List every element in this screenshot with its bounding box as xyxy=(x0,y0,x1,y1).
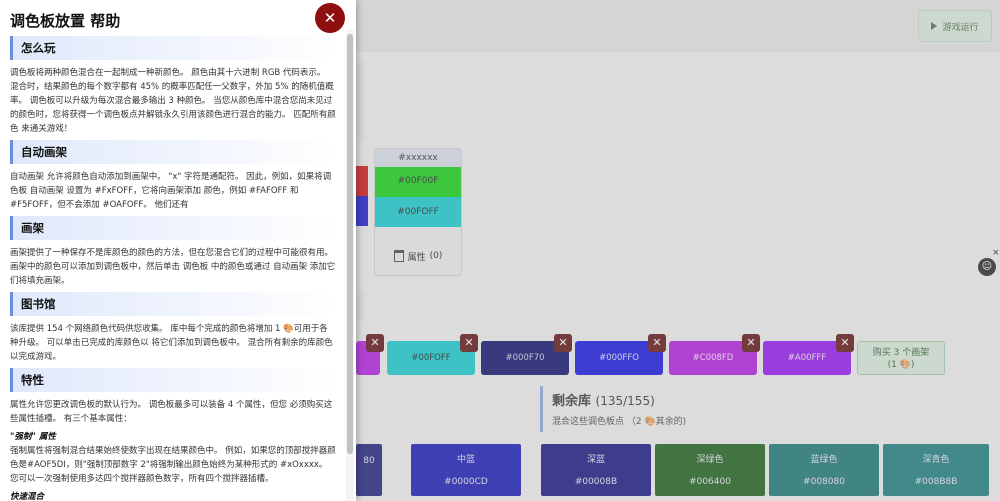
section-heading-easel: 画架 xyxy=(10,216,336,240)
section-heading-traits: 特性 xyxy=(10,368,336,392)
help-content: 怎么玩 调色板将两种颜色混合在一起制成一种新颜色。 颜色由其十六进制 RGB 代… xyxy=(10,36,336,501)
close-button[interactable]: ✕ xyxy=(315,3,345,33)
modal-overlay[interactable] xyxy=(356,0,1000,501)
section-text-auto-easel: 自动画架 允许将颜色自动添加到画架中。 "x" 字符是通配符。 因此，例如，如果… xyxy=(10,172,332,210)
section-text-library: 该库提供 154 个网络颜色代码供您收集。 库中每个完成的颜色将增加 1 🎨可用… xyxy=(10,324,333,362)
help-panel: 调色板放置 帮助 ✕ 怎么玩 调色板将两种颜色混合在一起制成一种新颜色。 颜色由… xyxy=(0,0,356,501)
sub-heading-quick-mix: 快速混合 xyxy=(10,492,45,501)
sub-heading-force-trait: "强制" 属性 xyxy=(10,432,56,442)
help-scrollbar[interactable] xyxy=(346,30,354,501)
section-text-how-to-play: 调色板将两种颜色混合在一起制成一种新颜色。 颜色由其十六进制 RGB 代码表示。… xyxy=(10,68,336,134)
sub-text-force-trait: 强制属性将强制混合结果始终使数字出现在结果颜色中。 例如，如果您的顶部搅拌器颜色… xyxy=(10,446,336,484)
close-icon: ✕ xyxy=(323,9,337,27)
section-heading-how-to-play: 怎么玩 xyxy=(10,36,336,60)
help-scrollbar-thumb[interactable] xyxy=(347,34,353,454)
help-title: 调色板放置 帮助 xyxy=(10,12,121,30)
section-text-traits: 属性允许您更改调色板的默认行为。 调色板最多可以装备 4 个属性，但您 必须购买… xyxy=(10,400,333,424)
section-text-easel: 画架提供了一种保存不是库颜色的颜色的方法，但在您混合它们的过程中可能很有用。 画… xyxy=(10,248,336,286)
section-heading-auto-easel: 自动画架 xyxy=(10,140,336,164)
section-heading-library: 图书馆 xyxy=(10,292,336,316)
